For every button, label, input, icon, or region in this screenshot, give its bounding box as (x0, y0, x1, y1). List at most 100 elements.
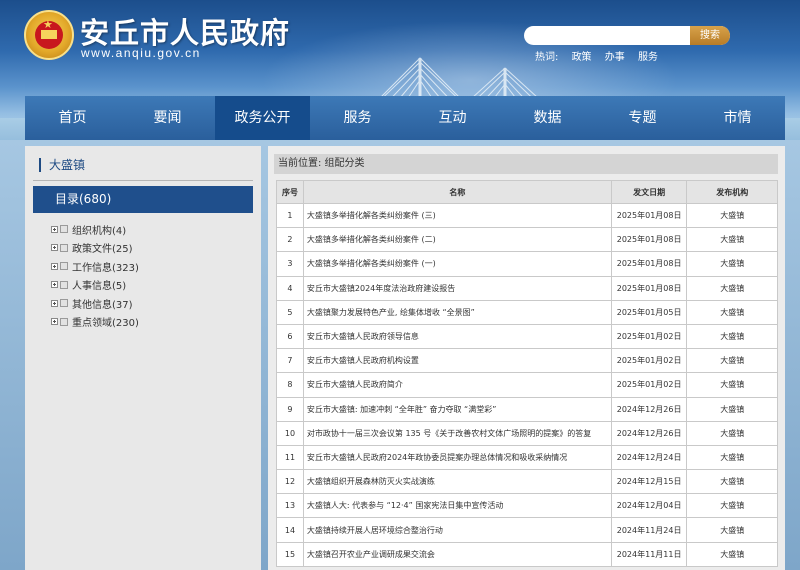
table-header-row: 序号 名称 发文日期 发布机构 (276, 180, 778, 204)
nav-item-data[interactable]: 数据 (500, 96, 595, 140)
table-row[interactable]: 14 大盛镇持续开展人居环境综合整治行动 2024年11月24日 大盛镇 (276, 517, 778, 543)
tree-item-label: 其他信息(37) (72, 299, 133, 311)
document-table: 序号 名称 发文日期 发布机构 1 大盛镇多举措化解各类纠纷案件 (三) 2025年… (276, 180, 778, 567)
row-org: 大盛镇 (686, 493, 778, 519)
search-button[interactable]: 搜索 (690, 26, 730, 45)
row-org: 大盛镇 (686, 517, 778, 543)
row-org: 大盛镇 (686, 541, 778, 567)
row-org: 大盛镇 (686, 202, 778, 229)
column-header-org: 发布机构 (686, 180, 778, 204)
hot-word-link[interactable]: 政策 (572, 52, 592, 63)
nav-item-home[interactable]: 首页 (25, 96, 120, 140)
row-title-link[interactable]: 安丘市大盛镇人民政府简介 (302, 372, 612, 398)
row-org: 大盛镇 (686, 275, 778, 301)
divider (33, 180, 253, 181)
breadcrumb: 当前位置: 组配分类 (274, 154, 778, 174)
nav-item-service[interactable]: 服务 (310, 96, 405, 140)
table-row[interactable]: 12 大盛镇组织开展森林防灭火实战演练 2024年12月15日 大盛镇 (276, 469, 778, 495)
directory-header[interactable]: 目录(680) (33, 186, 253, 213)
expand-icon[interactable] (51, 281, 58, 289)
tree-item-work-info[interactable]: 工作信息(323) (51, 257, 139, 276)
row-number: 13 (276, 493, 304, 519)
main-nav: 首页 要闻 政务公开 服务 互动 数据 专题 市情 (25, 96, 785, 140)
table-row[interactable]: 8 安丘市大盛镇人民政府简介 2025年01月02日 大盛镇 (276, 372, 778, 398)
row-number: 2 (276, 227, 304, 253)
row-number: 14 (276, 517, 304, 543)
row-org: 大盛镇 (686, 323, 778, 350)
nav-item-gov-affairs[interactable]: 政务公开 (215, 96, 310, 140)
row-date: 2024年11月24日 (610, 517, 688, 543)
expand-icon[interactable] (51, 299, 58, 307)
folder-icon (60, 317, 68, 326)
folder-icon (60, 299, 68, 308)
row-number: 9 (276, 396, 304, 422)
row-org: 大盛镇 (686, 299, 778, 325)
tree-item-label: 组织机构(4) (72, 225, 127, 237)
tree-item-policy-docs[interactable]: 政策文件(25) (51, 239, 139, 258)
nav-item-interaction[interactable]: 互动 (405, 96, 500, 140)
row-title-link[interactable]: 安丘市大盛镇: 加速冲刺 “全年胜” 奋力夺取 “满堂彩” (302, 396, 612, 422)
row-number: 4 (276, 275, 304, 301)
row-number: 10 (276, 420, 304, 446)
row-date: 2025年01月08日 (610, 227, 688, 253)
row-title-link[interactable]: 安丘市大盛镇2024年度法治政府建设报告 (302, 275, 612, 301)
expand-icon[interactable] (51, 225, 58, 233)
tree-item-other[interactable]: 其他信息(37) (51, 294, 139, 313)
row-title-link[interactable]: 大盛镇组织开展森林防灭火实战演练 (302, 469, 612, 495)
row-title-link[interactable]: 安丘市大盛镇人民政府2024年政协委员提案办理总体情况和吸收采纳情况 (302, 444, 612, 471)
row-date: 2024年12月24日 (610, 444, 688, 471)
table-row[interactable]: 4 安丘市大盛镇2024年度法治政府建设报告 2025年01月08日 大盛镇 (276, 275, 778, 301)
row-title-link[interactable]: 大盛镇聚力发展特色产业, 绘集体增收 “全景图” (302, 299, 612, 325)
table-row[interactable]: 6 安丘市大盛镇人民政府领导信息 2025年01月02日 大盛镇 (276, 323, 778, 350)
folder-icon (60, 225, 68, 234)
row-number: 15 (276, 541, 304, 567)
tree-item-personnel[interactable]: 人事信息(5) (51, 276, 139, 295)
tree-item-label: 政策文件(25) (72, 244, 133, 256)
expand-icon[interactable] (51, 262, 58, 270)
expand-icon[interactable] (51, 244, 58, 252)
nav-item-topics[interactable]: 专题 (595, 96, 690, 140)
table-row[interactable]: 10 对市政协十一届三次会议第 135 号《关于改善农村文体广场照明的提案》的答复… (276, 420, 778, 446)
search-input[interactable] (532, 28, 682, 43)
row-title-link[interactable]: 大盛镇人大: 代表参与 “12·4” 国家宪法日集中宣传活动 (302, 493, 612, 519)
table-row[interactable]: 5 大盛镇聚力发展特色产业, 绘集体增收 “全景图” 2025年01月05日 大盛镇 (276, 299, 778, 325)
row-title-link[interactable]: 大盛镇多举措化解各类纠纷案件 (一) (302, 251, 612, 277)
hot-word-link[interactable]: 服务 (638, 52, 658, 63)
row-date: 2025年01月08日 (610, 202, 688, 229)
row-title-link[interactable]: 安丘市大盛镇人民政府领导信息 (302, 323, 612, 350)
row-title-link[interactable]: 对市政协十一届三次会议第 135 号《关于改善农村文体广场照明的提案》的答复 (302, 420, 612, 446)
tree-item-key-areas[interactable]: 重点领域(230) (51, 313, 139, 332)
nav-item-news[interactable]: 要闻 (120, 96, 215, 140)
row-date: 2024年12月26日 (610, 420, 688, 446)
hot-word-link[interactable]: 办事 (605, 52, 625, 63)
row-title-link[interactable]: 安丘市大盛镇人民政府机构设置 (302, 348, 612, 374)
sidebar: 大盛镇 目录(680) 组织机构(4) 政策文件(25) 工作信息(323) 人… (25, 146, 261, 570)
main-content: 当前位置: 组配分类 序号 名称 发文日期 发布机构 1 大盛镇多举措化解各类纠纷… (268, 146, 785, 570)
row-title-link[interactable]: 大盛镇召开农业产业调研成果交流会 (302, 541, 612, 567)
row-date: 2025年01月02日 (610, 323, 688, 350)
row-date: 2024年12月26日 (610, 396, 688, 422)
column-header-title: 名称 (302, 180, 612, 204)
column-header-number: 序号 (276, 180, 304, 204)
row-org: 大盛镇 (686, 227, 778, 253)
table-row[interactable]: 13 大盛镇人大: 代表参与 “12·4” 国家宪法日集中宣传活动 2024年12月… (276, 493, 778, 519)
table-row[interactable]: 3 大盛镇多举措化解各类纠纷案件 (一) 2025年01月08日 大盛镇 (276, 251, 778, 277)
table-row[interactable]: 9 安丘市大盛镇: 加速冲刺 “全年胜” 奋力夺取 “满堂彩” 2024年12月26… (276, 396, 778, 422)
row-date: 2025年01月02日 (610, 348, 688, 374)
row-date: 2025年01月08日 (610, 275, 688, 301)
column-header-date: 发文日期 (610, 180, 688, 204)
nav-item-city-info[interactable]: 市情 (690, 96, 785, 140)
table-row[interactable]: 1 大盛镇多举措化解各类纠纷案件 (三) 2025年01月08日 大盛镇 (276, 202, 778, 229)
row-title-link[interactable]: 大盛镇持续开展人居环境综合整治行动 (302, 517, 612, 543)
row-title-link[interactable]: 大盛镇多举措化解各类纠纷案件 (三) (302, 202, 612, 229)
row-title-link[interactable]: 大盛镇多举措化解各类纠纷案件 (二) (302, 227, 612, 253)
table-row[interactable]: 11 安丘市大盛镇人民政府2024年政协委员提案办理总体情况和吸收采纳情况 2024… (276, 444, 778, 471)
tree-item-organization[interactable]: 组织机构(4) (51, 220, 139, 239)
row-number: 7 (276, 348, 304, 374)
expand-icon[interactable] (51, 318, 58, 326)
row-number: 3 (276, 251, 304, 277)
row-date: 2024年12月04日 (610, 493, 688, 519)
table-row[interactable]: 7 安丘市大盛镇人民政府机构设置 2025年01月02日 大盛镇 (276, 348, 778, 374)
table-row[interactable]: 15 大盛镇召开农业产业调研成果交流会 2024年11月11日 大盛镇 (276, 541, 778, 567)
table-row[interactable]: 2 大盛镇多举措化解各类纠纷案件 (二) 2025年01月08日 大盛镇 (276, 227, 778, 253)
